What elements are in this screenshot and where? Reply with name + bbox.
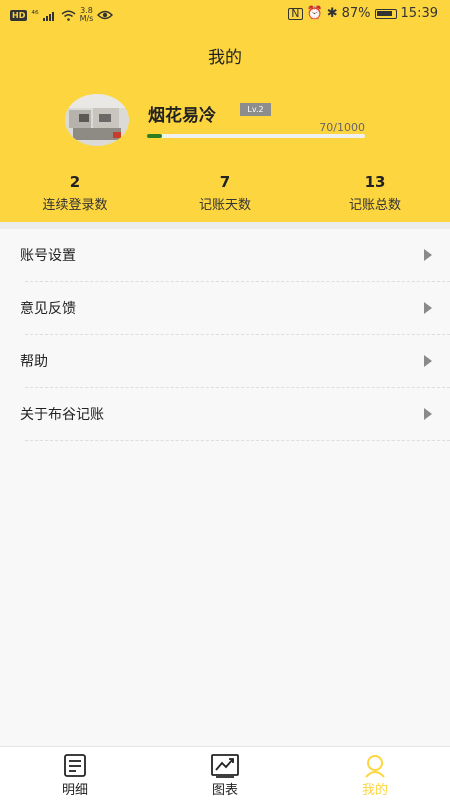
menu-item-label: 账号设置 [20, 248, 76, 264]
xp-text: 70/1000 [319, 121, 365, 134]
nfc-icon: N [288, 7, 303, 20]
tab-label: 我的 [361, 783, 388, 798]
menu-item-help[interactable]: 帮助 [0, 335, 450, 388]
arrow-right-icon [424, 302, 432, 314]
avatar[interactable] [65, 94, 129, 146]
hd-badge: HD [10, 9, 28, 21]
chart-icon [211, 754, 239, 778]
menu-item-label: 帮助 [20, 354, 48, 370]
stat-login-streak: 2 连续登录数 [0, 173, 150, 213]
tab-chart[interactable]: 图表 [150, 747, 300, 801]
level-badge: Lv.2 [240, 103, 271, 116]
menu-item-about[interactable]: 关于布谷记账 [0, 388, 450, 441]
profile-icon [365, 755, 385, 778]
list-icon [64, 754, 86, 777]
stat-label: 记账天数 [198, 198, 251, 213]
dashed-divider [25, 440, 450, 441]
clock-time: 15:39 [400, 6, 438, 21]
status-bar: HD ⁴⁶ 3.8 M/s N ⏰ ✱ 87% 15:39 [0, 0, 450, 28]
bottom-tab-bar: 明细 图表 我的 [0, 746, 450, 801]
username: 烟花易冷 [148, 106, 216, 126]
menu-item-label: 关于布谷记账 [20, 407, 104, 423]
battery-percent: 87% [341, 6, 371, 21]
arrow-right-icon [424, 355, 432, 367]
tab-label: 图表 [211, 783, 238, 798]
signal-type: ⁴⁶ [31, 10, 39, 20]
tab-profile[interactable]: 我的 [300, 747, 450, 801]
stat-value: 13 [364, 173, 386, 191]
alarm-icon: ⏰ [306, 6, 323, 21]
tab-details[interactable]: 明细 [0, 747, 150, 801]
wifi-icon [61, 10, 76, 21]
arrow-right-icon [424, 249, 432, 261]
stat-record-days: 7 记账天数 [150, 173, 300, 213]
stats-row: 2 连续登录数 7 记账天数 13 记账总数 [0, 173, 450, 213]
bluetooth-icon: ✱ [326, 6, 338, 21]
page-title: 我的 [208, 48, 242, 68]
signal-icon [42, 11, 54, 21]
tab-label: 明细 [61, 783, 88, 798]
battery-icon [374, 8, 397, 19]
stat-record-total: 13 记账总数 [300, 173, 450, 213]
stat-label: 连续登录数 [42, 198, 108, 213]
menu-item-account-settings[interactable]: 账号设置 [0, 229, 450, 282]
settings-menu: 账号设置 意见反馈 帮助 关于布谷记账 [0, 229, 450, 441]
menu-item-label: 意见反馈 [20, 301, 76, 317]
profile-header: HD ⁴⁶ 3.8 M/s N ⏰ ✱ 87% 15:39 我的 烟花易冷 Lv… [0, 0, 450, 222]
stat-label: 记账总数 [348, 198, 401, 213]
stat-value: 7 [219, 173, 231, 191]
eye-icon [97, 10, 114, 20]
stat-value: 2 [69, 173, 81, 191]
xp-progress-bar [147, 134, 365, 138]
xp-progress-fill [147, 134, 163, 138]
section-divider [0, 222, 450, 229]
arrow-right-icon [424, 408, 432, 420]
net-speed: 3.8 M/s [79, 6, 94, 23]
menu-item-feedback[interactable]: 意见反馈 [0, 282, 450, 335]
